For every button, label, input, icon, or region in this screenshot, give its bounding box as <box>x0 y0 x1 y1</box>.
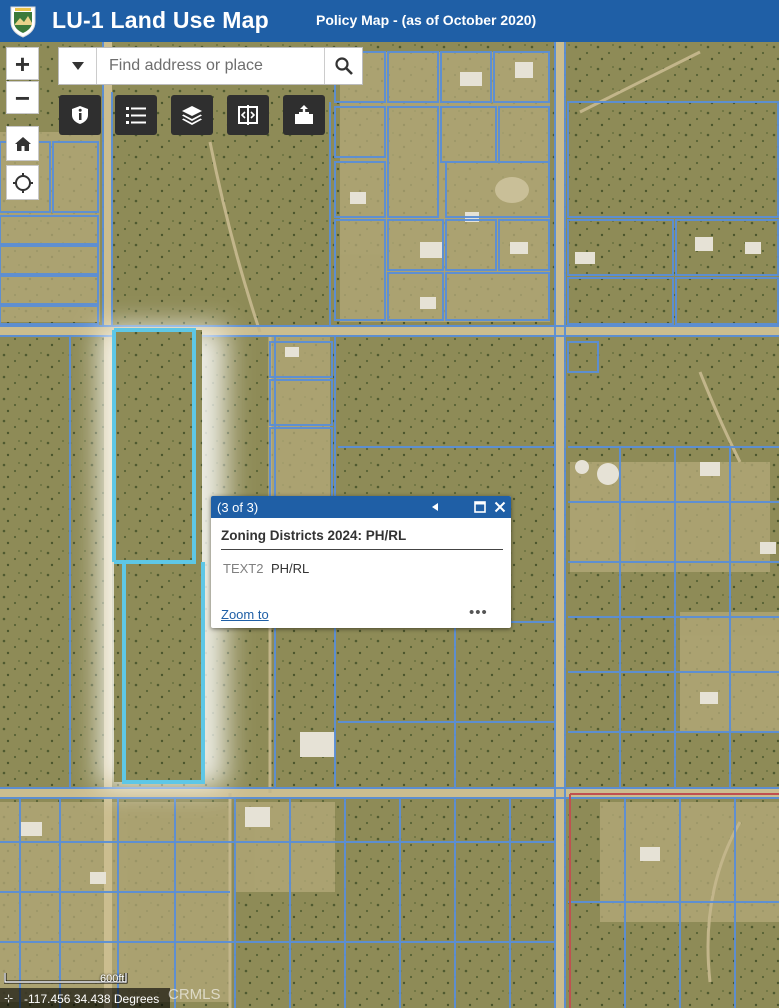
search-icon <box>334 57 353 75</box>
close-icon <box>494 501 506 513</box>
basemap-gallery-button[interactable] <box>171 95 213 135</box>
popup-title: Zoning Districts 2024: PH/RL <box>221 528 407 543</box>
popup-divider <box>221 549 503 550</box>
share-icon <box>295 105 313 124</box>
previous-feature-button[interactable] <box>427 499 443 515</box>
search-input[interactable] <box>97 48 325 84</box>
search-source-dropdown[interactable] <box>59 48 97 84</box>
app-header: LU-1 Land Use Map Policy Map - (as of Oc… <box>0 0 779 42</box>
swipe-icon <box>238 105 258 125</box>
coordinate-text: -117.456 34.438 Degrees <box>24 992 160 1006</box>
close-popup-button[interactable] <box>492 499 508 515</box>
scale-bar-label: 600ft <box>100 973 125 985</box>
crosshair-icon: ⊹ <box>4 993 14 1005</box>
layers-icon <box>182 106 202 125</box>
feature-popup: (3 of 3) Zoning Districts 2024: PH/RL TE… <box>211 496 511 628</box>
more-actions-button[interactable]: ••• <box>469 604 488 621</box>
layer-list-button[interactable] <box>115 95 157 135</box>
county-seal-icon <box>10 6 36 38</box>
map-subtitle: Policy Map - (as of October 2020) <box>316 12 537 28</box>
coordinate-readout[interactable]: ⊹ -117.456 34.438 Degrees <box>0 988 170 1008</box>
popup-field-name: TEXT2 <box>223 561 264 576</box>
home-icon <box>14 136 31 151</box>
popup-count: (3 of 3) <box>217 500 259 515</box>
legend-icon <box>72 106 88 124</box>
legend-button[interactable] <box>59 95 101 135</box>
zoom-in-button[interactable]: + <box>6 47 39 80</box>
maximize-popup-button[interactable] <box>472 499 488 515</box>
home-button[interactable] <box>6 126 39 161</box>
swipe-button[interactable] <box>227 95 269 135</box>
locate-button[interactable] <box>6 165 39 200</box>
zoom-to-link[interactable]: Zoom to <box>221 607 269 622</box>
caret-down-icon <box>71 62 84 70</box>
plus-icon: + <box>14 48 31 79</box>
search-widget <box>58 47 363 85</box>
list-icon <box>126 107 146 124</box>
search-button[interactable] <box>324 48 362 84</box>
popup-header: (3 of 3) <box>211 496 511 518</box>
caret-left-icon <box>432 503 438 511</box>
share-button[interactable] <box>283 95 325 135</box>
maximize-icon <box>474 501 486 513</box>
watermark: CRMLS <box>168 986 221 1003</box>
zoom-out-button[interactable]: − <box>6 81 39 114</box>
popup-field-value: PH/RL <box>271 561 310 576</box>
app-title: LU-1 Land Use Map <box>52 7 269 33</box>
locate-icon <box>12 172 33 193</box>
minus-icon: − <box>14 82 31 113</box>
